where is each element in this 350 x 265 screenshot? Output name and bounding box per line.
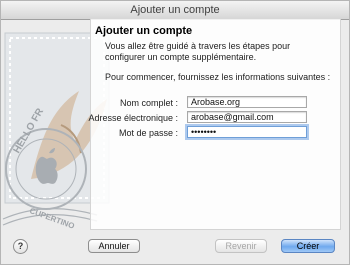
back-button[interactable]: Revenir <box>215 239 267 253</box>
help-button[interactable]: ? <box>13 239 28 254</box>
window-title: Ajouter un compte <box>1 1 349 20</box>
add-account-window: Ajouter un compte HELLO FR CUPERTINO Ajo… <box>0 0 350 265</box>
page-description: Vous allez être guidé à travers les étap… <box>105 41 291 62</box>
form-prompt: Pour commencer, fournissez les informati… <box>105 72 331 82</box>
full-name-label: Nom complet : <box>119 98 178 108</box>
password-label: Mot de passe : <box>118 128 178 138</box>
email-label: Adresse électronique : <box>88 113 178 123</box>
create-button[interactable]: Créer <box>281 239 335 253</box>
email-field[interactable]: arobase@gmail.com <box>187 111 307 123</box>
page-heading: Ajouter un compte <box>95 25 193 37</box>
full-name-field[interactable]: Arobase.org <box>187 96 307 108</box>
cancel-button[interactable]: Annuler <box>88 239 140 253</box>
password-field[interactable]: •••••••• <box>187 126 307 138</box>
